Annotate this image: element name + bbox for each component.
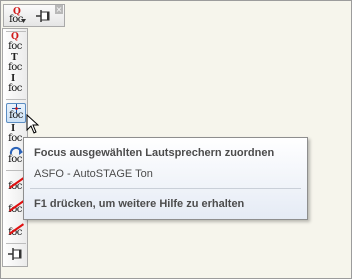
mini-toolbar: Q foc ×	[3, 4, 65, 27]
foc-label: foc	[8, 133, 22, 144]
tooltip: Focus ausgewählten Lautsprechern zuordne…	[23, 137, 308, 220]
tooltip-title: Focus ausgewählten Lautsprechern zuordne…	[34, 147, 275, 159]
focus-selected-speakers-button[interactable]: foc	[6, 103, 26, 123]
foc-label: foc	[8, 41, 22, 52]
focus-t-button[interactable]: T foc	[6, 54, 26, 74]
window-frame: Q foc × Q foc T foc I foc foc I foc foc …	[0, 0, 352, 279]
foc-label: foc	[9, 110, 23, 121]
foc-label: foc	[8, 62, 22, 73]
focus-i-button[interactable]: I foc	[6, 75, 26, 95]
mouse-cursor-icon	[26, 114, 40, 134]
dropdown-arrow-icon	[21, 19, 26, 23]
focus-clear-3-button[interactable]: foc	[6, 219, 26, 239]
tooltip-subtitle: ASFO - AutoSTAGE Ton	[34, 168, 153, 180]
foc-label: foc	[8, 83, 22, 94]
pin-icon	[8, 248, 22, 260]
mini-focus-button[interactable]: Q foc	[7, 8, 27, 25]
bottom-pin-button[interactable]	[6, 246, 26, 262]
focus-q-button[interactable]: Q foc	[6, 33, 26, 53]
toolbar-separator	[6, 99, 26, 100]
foc-label: foc	[8, 154, 22, 165]
pin-button[interactable]	[33, 8, 55, 25]
close-icon[interactable]: ×	[55, 5, 63, 14]
toolbar-separator	[6, 243, 26, 244]
tooltip-divider	[30, 188, 301, 189]
pin-icon	[36, 10, 50, 22]
tooltip-help-text: F1 drücken, um weitere Hilfe zu erhalten	[34, 198, 245, 210]
